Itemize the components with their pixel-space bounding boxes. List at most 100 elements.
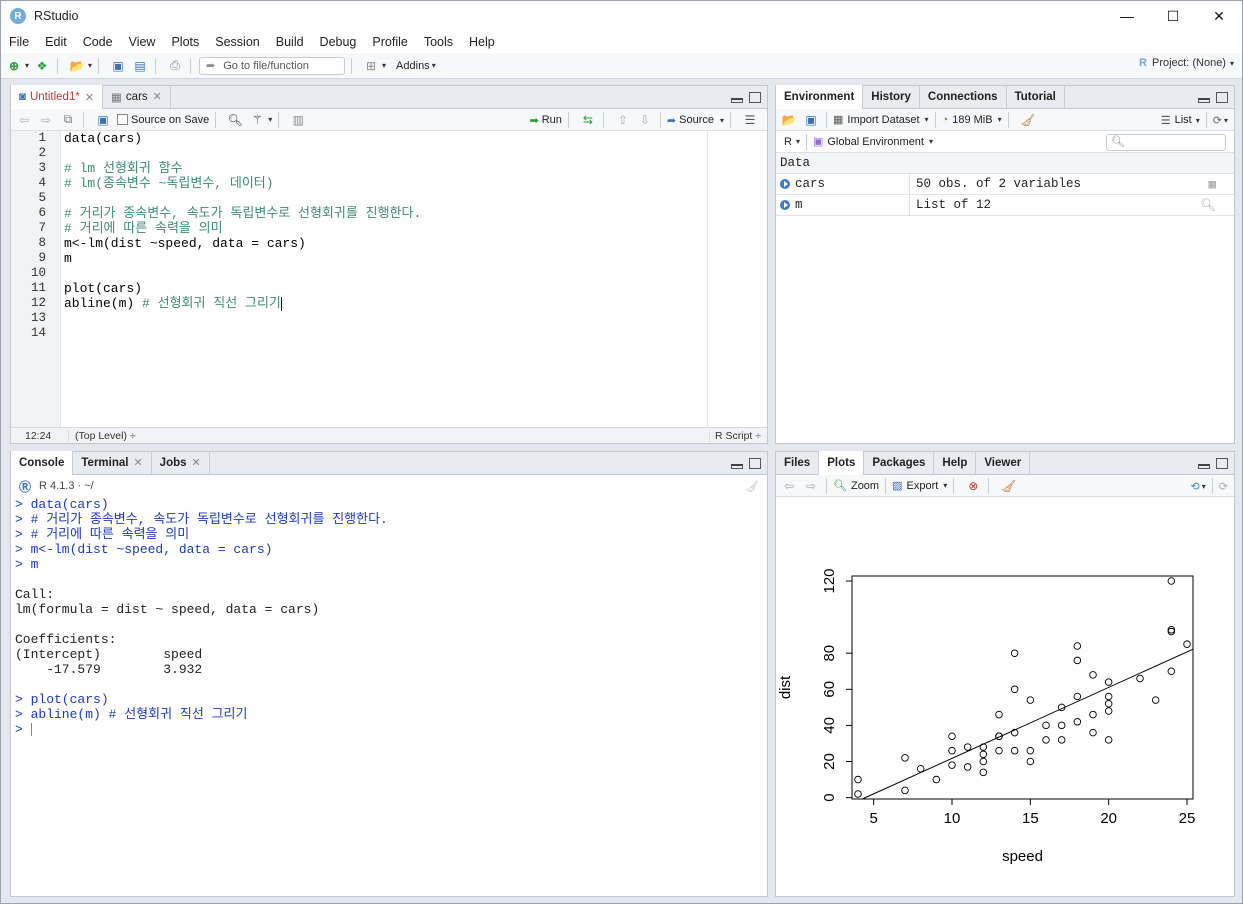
code-line[interactable]: abline(m) # 선형회귀 직선 그리기 <box>64 296 707 311</box>
tab-jobs[interactable]: Jobs ✕ <box>152 451 210 474</box>
code-line[interactable]: m <box>64 251 707 266</box>
clear-console-broom-icon[interactable]: 🧹︎ <box>745 480 759 493</box>
project-menu[interactable]: R Project: (None) ▾ <box>1139 57 1234 69</box>
maximize-pane-icon[interactable] <box>749 92 761 103</box>
tab-connections[interactable]: Connections <box>920 85 1007 108</box>
import-dataset-button[interactable]: ▦ Import Dataset ▾ <box>833 113 929 127</box>
code-line[interactable] <box>64 266 707 281</box>
back-arrow-icon[interactable]: ⇦ <box>15 111 33 129</box>
view-table-icon[interactable]: ▦ <box>1208 176 1216 192</box>
load-workspace-icon[interactable]: 📂 <box>780 111 798 129</box>
scope-selector[interactable]: (Top Level) ÷ <box>69 430 136 442</box>
close-tab-icon[interactable]: ✕ <box>192 456 201 469</box>
code-line[interactable]: # 거리가 종속변수, 속도가 독립변수로 선형회귀를 진행한다. <box>64 206 707 221</box>
maximize-pane-icon[interactable] <box>1216 458 1228 469</box>
expand-icon[interactable] <box>780 200 790 210</box>
code-line[interactable]: data(cars) <box>64 131 707 146</box>
go-down-icon[interactable]: ⇩ <box>636 111 654 129</box>
new-file-icon[interactable]: ⊕ <box>5 57 23 75</box>
outline-icon[interactable]: ☰ <box>741 111 759 129</box>
goto-file-input[interactable]: ➦ Go to file/function <box>199 56 346 75</box>
tab-history[interactable]: History <box>863 85 920 108</box>
code-line[interactable]: m<-lm(dist ~speed, data = cars) <box>64 236 707 251</box>
close-tab-icon[interactable]: ✕ <box>85 91 94 104</box>
memory-usage[interactable]: ◔ 189 MiB ▾ <box>942 114 1002 126</box>
save-icon[interactable]: ▣ <box>109 57 127 75</box>
tab-files[interactable]: Files <box>776 451 820 474</box>
pane-layout-icon[interactable]: ⊞ <box>362 57 380 75</box>
open-file-icon[interactable]: 📂 <box>68 57 86 75</box>
export-button[interactable]: ▨ Export ▾ <box>892 479 947 493</box>
tab-packages[interactable]: Packages <box>864 451 935 474</box>
menu-view[interactable]: View <box>121 35 164 49</box>
code-line[interactable] <box>64 311 707 326</box>
menu-tools[interactable]: Tools <box>416 35 461 49</box>
go-up-icon[interactable]: ⇧ <box>614 111 632 129</box>
rerun-icon[interactable]: ⇆ <box>579 111 597 129</box>
env-row-cars[interactable]: cars 50 obs. of 2 variables ▦ <box>776 173 1234 195</box>
code-tools-wand-icon[interactable]: ⚚ <box>248 111 266 129</box>
tab-untitled1[interactable]: ◙ Untitled1* ✕ <box>11 85 104 109</box>
menu-file[interactable]: File <box>1 35 37 49</box>
language-selector[interactable]: R <box>784 136 792 148</box>
menu-session[interactable]: Session <box>207 35 267 49</box>
console-output[interactable]: > data(cars) > # 거리가 종속변수, 속도가 독립변수로 선형회귀… <box>11 497 767 896</box>
maximize-button[interactable]: ☐ <box>1150 1 1196 31</box>
minimize-button[interactable]: — <box>1104 1 1150 31</box>
tab-viewer[interactable]: Viewer <box>976 451 1031 474</box>
inspect-magnifier-icon[interactable]: 🔍︎ <box>1200 198 1216 213</box>
env-row-m[interactable]: m List of 12 🔍︎ <box>776 194 1234 216</box>
menu-build[interactable]: Build <box>268 35 312 49</box>
save-all-icon[interactable]: ▤ <box>131 57 149 75</box>
view-mode-selector[interactable]: List <box>1175 114 1192 126</box>
tab-environment[interactable]: Environment <box>776 85 864 109</box>
tab-cars[interactable]: ▦ cars ✕ <box>103 85 171 108</box>
minimize-pane-icon[interactable] <box>731 464 743 469</box>
clear-plots-broom-icon[interactable]: 🧹︎ <box>999 477 1017 495</box>
zoom-button[interactable]: 🔍︎ Zoom <box>833 479 879 493</box>
tab-console[interactable]: Console <box>11 451 74 475</box>
menu-profile[interactable]: Profile <box>364 35 415 49</box>
environment-selector[interactable]: Global Environment <box>827 136 924 148</box>
maximize-pane-icon[interactable] <box>749 458 761 469</box>
code-line[interactable] <box>64 146 707 161</box>
code-line[interactable]: # 거리에 따른 속력을 의미 <box>64 221 707 236</box>
show-in-window-icon[interactable]: ⧉ <box>59 111 77 129</box>
menu-help[interactable]: Help <box>461 35 503 49</box>
minimize-pane-icon[interactable] <box>1198 98 1210 103</box>
maximize-pane-icon[interactable] <box>1216 92 1228 103</box>
expand-icon[interactable] <box>780 179 790 189</box>
code-line[interactable]: plot(cars) <box>64 281 707 296</box>
code-editor[interactable]: 1 2 3 4 5 6 7 8 9 10 11 12 13 14 data(cars) # lm 선형회귀 … <box>11 131 767 428</box>
run-button[interactable]: ➡ Run <box>530 114 562 127</box>
source-on-save-checkbox[interactable] <box>117 114 128 125</box>
save-workspace-icon[interactable]: ▣ <box>802 111 820 129</box>
code-line[interactable]: # lm 선형회귀 함수 <box>64 161 707 176</box>
clear-broom-icon[interactable]: 🧹︎ <box>1019 111 1037 129</box>
print-icon[interactable]: ⎙ <box>166 57 184 75</box>
code-line[interactable] <box>64 326 707 341</box>
source-button[interactable]: ➦ Source ▾ <box>667 114 724 127</box>
code-lines[interactable]: data(cars) # lm 선형회귀 함수 # lm(종속변수 ~독립변수, 데… <box>64 131 707 341</box>
tab-tutorial[interactable]: Tutorial <box>1007 85 1065 108</box>
addins-menu[interactable]: Addins <box>396 60 430 72</box>
code-line[interactable]: # lm(종속변수 ~독립변수, 데이터) <box>64 176 707 191</box>
remove-plot-icon[interactable]: ⊗ <box>964 477 982 495</box>
menu-edit[interactable]: Edit <box>37 35 75 49</box>
forward-arrow-icon[interactable]: ⇨ <box>37 111 55 129</box>
close-tab-icon[interactable]: ✕ <box>133 456 142 469</box>
search-icon[interactable]: 🔍︎ <box>226 111 244 129</box>
refresh-icon[interactable]: ⟳ <box>1213 114 1222 127</box>
next-plot-icon[interactable]: ⇨ <box>802 477 820 495</box>
menu-debug[interactable]: Debug <box>312 35 365 49</box>
new-project-icon[interactable]: ❖ <box>33 57 51 75</box>
refresh-plot-icon[interactable]: ⟳ <box>1219 480 1228 493</box>
previous-plot-icon[interactable]: ⇦ <box>780 477 798 495</box>
menu-plots[interactable]: Plots <box>163 35 207 49</box>
save-file-icon[interactable]: ▣ <box>94 111 112 129</box>
tab-terminal[interactable]: Terminal ✕ <box>73 451 152 474</box>
tab-plots[interactable]: Plots <box>819 451 865 475</box>
publish-icon[interactable]: ⟲ <box>1191 480 1200 493</box>
close-button[interactable]: ✕ <box>1196 1 1242 31</box>
environment-search-input[interactable]: 🔍︎ <box>1106 134 1226 151</box>
